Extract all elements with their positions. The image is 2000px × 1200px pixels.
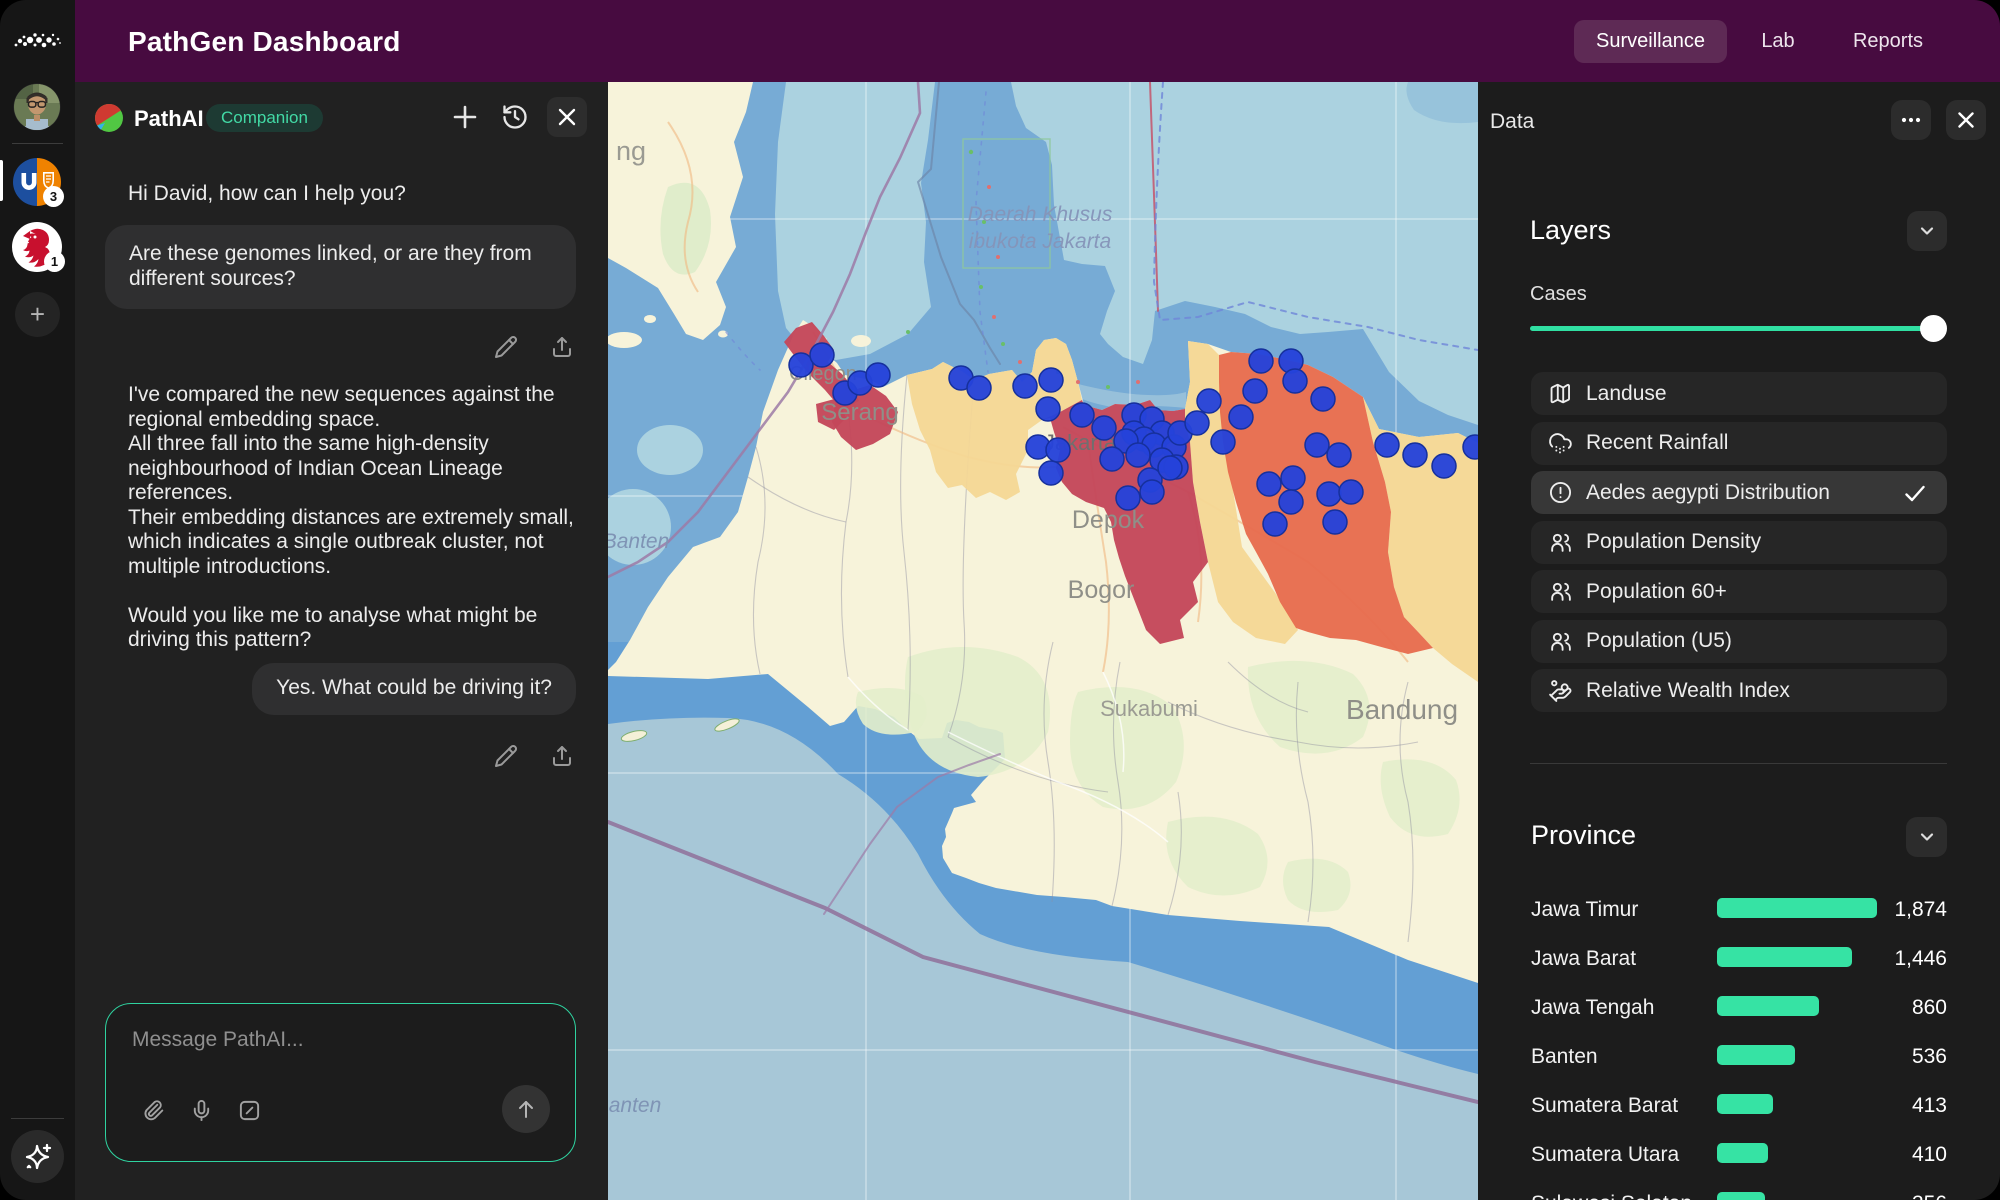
- svg-text:Serang: Serang: [821, 399, 898, 426]
- svg-text:Sukabumi: Sukabumi: [1100, 696, 1198, 721]
- svg-text:Daerah Khusus: Daerah Khusus: [968, 203, 1113, 226]
- svg-text:ng: ng: [616, 136, 646, 166]
- svg-text:Banten: Banten: [608, 530, 669, 553]
- svg-text:Depok: Depok: [1072, 506, 1145, 534]
- svg-text:Bandung: Bandung: [1346, 694, 1458, 725]
- svg-text:ibukota Jakarta: ibukota Jakarta: [969, 230, 1111, 253]
- svg-text:Bogor: Bogor: [1068, 576, 1135, 604]
- svg-text:Banten: Banten: [608, 1094, 661, 1117]
